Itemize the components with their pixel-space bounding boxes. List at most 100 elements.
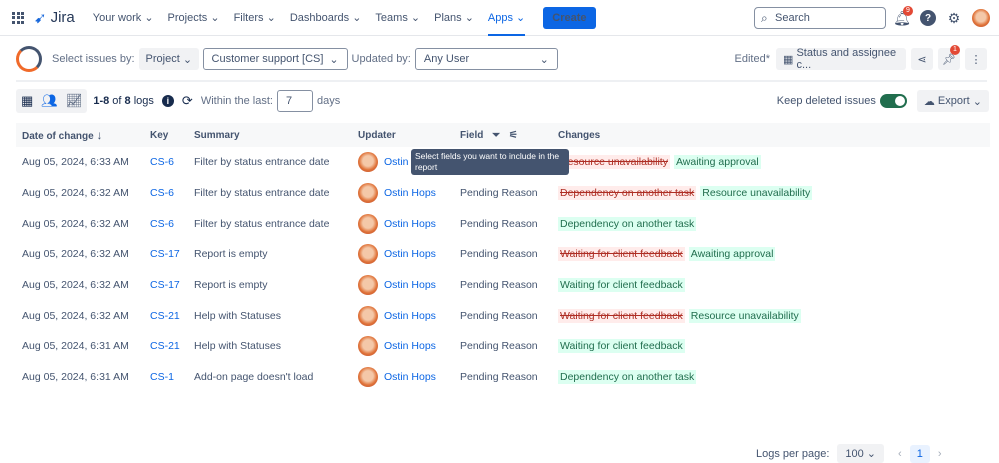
export-button[interactable]: ☁ Export ⌄ xyxy=(916,90,989,112)
issue-key-link[interactable]: CS-17 xyxy=(144,239,188,270)
jira-logo[interactable]: ➹ Jira xyxy=(34,9,75,27)
cloud-download-icon: ☁ xyxy=(923,95,938,108)
select-by-dropdown[interactable]: Project ⌄ xyxy=(138,48,199,70)
changes-cell: Waiting for client feedback xyxy=(552,270,990,301)
help-icon[interactable]: ? xyxy=(920,10,936,26)
col-field: Field ⏷ ⚟ xyxy=(454,123,552,147)
updater-avatar xyxy=(358,244,378,265)
filter-bar: Select issues by: Project ⌄ Customer sup… xyxy=(16,43,987,75)
jira-logo-icon: ➹ xyxy=(34,9,47,27)
updated-by-dropdown[interactable]: Any User ⌄ xyxy=(414,48,558,70)
table-row: Aug 05, 2024, 6:32 AM CS-6 Filter by sta… xyxy=(16,178,990,209)
search-input[interactable]: Search xyxy=(754,7,886,29)
updater-avatar xyxy=(358,305,378,326)
nav-dashboards[interactable]: Dashboards ⌄ xyxy=(290,0,362,36)
date-cell: Aug 05, 2024, 6:32 AM xyxy=(22,279,129,292)
updater-avatar xyxy=(358,183,378,204)
sliders-icon[interactable]: ⚟ xyxy=(509,130,518,141)
settings-icon[interactable]: ⚙ xyxy=(946,10,962,26)
updater-link[interactable]: Ostin Hops xyxy=(384,248,436,260)
col-updater: Updater xyxy=(352,123,454,147)
app-switcher-icon[interactable] xyxy=(12,11,24,24)
refresh-icon[interactable]: ⟳ xyxy=(182,93,193,109)
changes-cell: Dependency on another task xyxy=(552,362,990,393)
keep-deleted-toggle[interactable] xyxy=(879,94,907,108)
notifications-icon[interactable]: 🔔︎ 9 xyxy=(893,6,913,26)
updater-link[interactable]: Ostin Hops xyxy=(384,187,436,199)
issue-key-link[interactable]: CS-6 xyxy=(144,178,188,209)
date-cell: Aug 05, 2024, 6:32 AM xyxy=(22,217,129,230)
field-cell: Pending Reason xyxy=(460,371,538,384)
updater-link[interactable]: Ostin Hops xyxy=(384,340,436,352)
updater-cell: Ostin Hops xyxy=(352,331,454,362)
issue-key-link[interactable]: CS-6 xyxy=(144,147,188,178)
nav-plans[interactable]: Plans ⌄ xyxy=(434,0,474,36)
saved-view-button[interactable]: ▦ Status and assignee c... xyxy=(776,47,906,71)
user-avatar[interactable] xyxy=(972,9,990,27)
project-dropdown[interactable]: Customer support [CS] ⌄ xyxy=(202,48,348,70)
table-view-icon[interactable]: ▦ xyxy=(21,93,33,109)
col-date[interactable]: Date of change ↓ xyxy=(16,123,144,147)
page-1-button[interactable]: 1 xyxy=(909,444,930,463)
nav-filters[interactable]: Filters ⌄ xyxy=(234,0,276,36)
old-value: Dependency on another task xyxy=(558,186,697,201)
col-summary: Summary xyxy=(188,123,352,147)
summary-cell: Filter by status entrance date xyxy=(194,156,330,169)
filter-icon[interactable]: ⏷ xyxy=(492,130,500,141)
date-cell: Aug 05, 2024, 6:31 AM xyxy=(22,371,129,384)
pin-button[interactable]: 📌︎ 1 xyxy=(938,45,960,70)
new-value: Waiting for client feedback xyxy=(558,339,685,354)
create-button[interactable]: Create xyxy=(543,6,596,29)
old-value: Waiting for client feedback xyxy=(558,308,685,323)
info-icon[interactable]: i xyxy=(161,95,174,107)
chart-view-icon[interactable]: 📈︎ xyxy=(66,93,83,109)
table-row: Aug 05, 2024, 6:32 AM CS-17 Report is em… xyxy=(16,239,990,270)
issue-key-link[interactable]: CS-6 xyxy=(144,208,188,239)
changes-cell: Waiting for client feedback xyxy=(552,331,990,362)
nav-your-work[interactable]: Your work ⌄ xyxy=(93,0,154,36)
top-nav: ➹ Jira Your work ⌄ Projects ⌄ Filters ⌄ D… xyxy=(0,0,999,36)
summary-cell: Report is empty xyxy=(194,279,268,292)
updater-cell: Ostin Hops xyxy=(352,300,454,331)
per-page-dropdown[interactable]: 100 ⌄ xyxy=(837,444,885,463)
updater-cell: Ostin Hops xyxy=(352,208,454,239)
field-cell: Pending Reason xyxy=(460,248,538,261)
col-changes: Changes xyxy=(552,123,990,147)
date-cell: Aug 05, 2024, 6:32 AM xyxy=(22,187,129,200)
updater-cell: Ostin Hops xyxy=(352,362,454,393)
nav-teams[interactable]: Teams ⌄ xyxy=(375,0,420,36)
updater-link[interactable]: Ostin Hops xyxy=(384,279,436,291)
share-button[interactable]: ⋖ xyxy=(911,48,933,70)
updater-link[interactable]: Ostin Hops xyxy=(384,371,436,383)
more-menu-button[interactable]: ⋮ xyxy=(965,48,987,70)
view-switcher: ▦ 👥︎ 📈︎ xyxy=(16,89,88,113)
next-page-button[interactable]: › xyxy=(938,448,942,460)
sort-down-icon: ↓ xyxy=(96,128,103,142)
field-cell: Pending Reason xyxy=(460,187,538,200)
users-view-icon[interactable]: 👥︎ xyxy=(41,93,58,109)
new-value: Resource unavailability xyxy=(688,308,801,323)
new-value: Resource unavailability xyxy=(700,186,813,201)
summary-cell: Help with Statuses xyxy=(194,340,281,353)
updater-cell: Ostin Hops xyxy=(352,239,454,270)
history-logo-icon xyxy=(16,46,42,72)
date-cell: Aug 05, 2024, 6:33 AM xyxy=(22,156,129,169)
date-cell: Aug 05, 2024, 6:32 AM xyxy=(22,248,129,261)
prev-page-button[interactable]: ‹ xyxy=(898,448,902,460)
updater-link[interactable]: Ostin Hops xyxy=(384,218,436,230)
updater-link[interactable]: Ostin Hops xyxy=(384,310,436,322)
nav-apps[interactable]: Apps ⌄ xyxy=(487,0,526,36)
table-icon: ▦ xyxy=(783,53,797,66)
issue-key-link[interactable]: CS-17 xyxy=(144,270,188,301)
issue-key-link[interactable]: CS-1 xyxy=(144,362,188,393)
table-row: Aug 05, 2024, 6:32 AM CS-6 Filter by sta… xyxy=(16,208,990,239)
days-input[interactable]: 7 xyxy=(276,90,313,112)
nav-projects[interactable]: Projects ⌄ xyxy=(168,0,220,36)
field-cell: Pending Reason xyxy=(460,279,538,292)
col-key: Key xyxy=(144,123,188,147)
updater-avatar xyxy=(358,213,378,234)
issue-key-link[interactable]: CS-21 xyxy=(144,331,188,362)
summary-cell: Help with Statuses xyxy=(194,309,281,322)
updater-avatar xyxy=(358,367,378,388)
issue-key-link[interactable]: CS-21 xyxy=(144,300,188,331)
